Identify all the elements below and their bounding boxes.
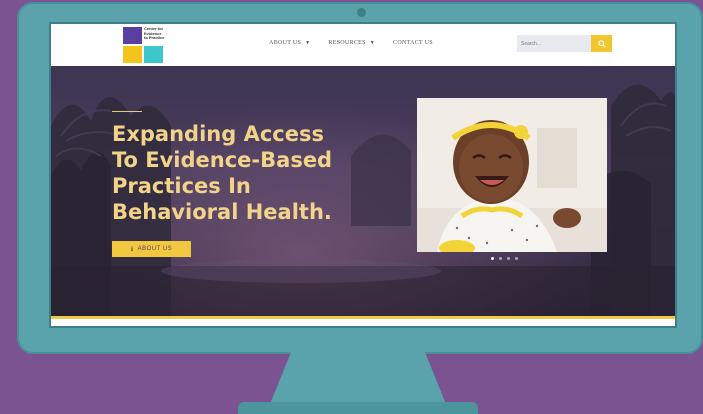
about-us-button-label: ABOUT US [137,246,173,252]
nav-item-about-us[interactable]: ABOUT US ▼ [269,40,310,46]
smiling-baby-photo [417,98,607,252]
logo-square-teal [144,46,163,63]
site-logo[interactable]: Center for Evidence to Practice [123,26,169,63]
logo-text: Center for Evidence to Practice [144,26,174,41]
webcam-dot [357,8,366,17]
hero-title-line: Expanding Access [112,122,324,146]
slider-dot[interactable] [507,257,510,260]
search-icon [597,39,606,48]
search-input[interactable] [517,35,591,52]
hero-bottom-accent [51,316,675,319]
nav-item-contact-us[interactable]: CONTACT US [393,40,433,46]
hero-photo-baby [417,98,607,252]
hero-divider-line [112,111,142,112]
monitor-stand-neck [270,352,446,404]
slider-dot[interactable] [499,257,502,260]
hero-section: Expanding Access To Evidence-Based Pract… [51,66,675,316]
monitor-stand-base [238,402,478,414]
nav-item-label: ABOUT US [269,40,302,46]
monitor-frame: Center for Evidence to Practice ABOUT US… [17,2,703,354]
nav-item-label: CONTACT US [393,40,433,46]
search-button[interactable] [591,35,612,52]
hero-title-line: Practices In [112,174,251,198]
hero-title-line: To Evidence-Based [112,148,333,172]
slider-dot[interactable] [491,257,494,260]
monitor-screen: Center for Evidence to Practice ABOUT US… [49,22,677,328]
about-us-button[interactable]: ℹ ABOUT US [112,241,191,257]
nav-item-resources[interactable]: RESOURCES ▼ [328,40,375,46]
slider-dot[interactable] [515,257,518,260]
hero-title-line: Behavioral Health. [112,200,332,224]
info-icon: ℹ [130,246,134,253]
nav-item-label: RESOURCES [328,40,366,46]
logo-square-yellow [123,46,142,63]
chevron-down-icon: ▼ [305,40,311,46]
logo-square-purple [123,27,142,44]
logo-text-line: to Practice [144,35,165,40]
site-header: Center for Evidence to Practice ABOUT US… [51,24,675,66]
main-nav: ABOUT US ▼ RESOURCES ▼ CONTACT US [269,40,433,46]
slider-dots [491,257,518,260]
hero-title: Expanding Access To Evidence-Based Pract… [112,121,412,225]
chevron-down-icon: ▼ [369,40,376,46]
